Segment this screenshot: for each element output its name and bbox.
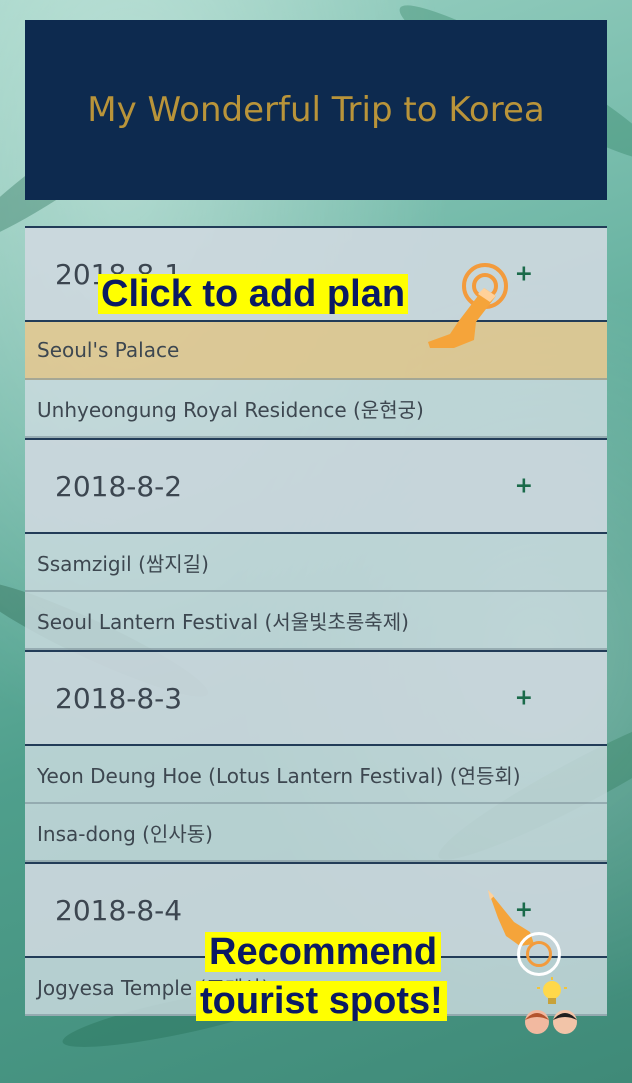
list-item[interactable]: Seoul Lantern Festival (서울빛초롱축제) [25, 592, 607, 650]
day-date: 2018-8-4 [55, 893, 183, 927]
day-header[interactable]: 2018-8-2 + [25, 438, 607, 534]
recommend-callout-line2: tourist spots! [196, 981, 447, 1021]
list-item[interactable]: Seoul's Palace [25, 322, 607, 380]
plan-label: Seoul's Palace [37, 338, 180, 362]
add-plan-button[interactable]: + [515, 474, 533, 499]
plan-label: Seoul Lantern Festival (서울빛초롱축제) [37, 609, 409, 634]
plan-label: Insa-dong (인사동) [37, 821, 213, 846]
add-plan-button[interactable]: + [515, 262, 533, 287]
list-item[interactable]: Unhyeongung Royal Residence (운현궁) [25, 380, 607, 438]
plan-label: Ssamzigil (쌈지길) [37, 551, 209, 576]
recommend-callout-line1: Recommend [205, 932, 442, 972]
tap-ring-icon [526, 941, 552, 967]
app-header: My Wonderful Trip to Korea [25, 20, 607, 200]
people-icon [525, 1010, 577, 1034]
add-plan-callout: Click to add plan [98, 274, 409, 314]
day-header[interactable]: 2018-8-3 + [25, 650, 607, 746]
lightbulb-icon [537, 977, 567, 1004]
day-date: 2018-8-3 [55, 681, 183, 715]
tap-hand-icon [428, 288, 496, 348]
plan-label: Yeon Deung Hoe (Lotus Lantern Festival) … [37, 763, 521, 788]
add-plan-button[interactable]: + [515, 686, 533, 711]
list-item[interactable]: Ssamzigil (쌈지길) [25, 534, 607, 592]
page-title: My Wonderful Trip to Korea [87, 90, 545, 130]
day-date: 2018-8-2 [55, 469, 183, 503]
plan-label: Unhyeongung Royal Residence (운현궁) [37, 397, 424, 422]
list-item[interactable]: Yeon Deung Hoe (Lotus Lantern Festival) … [25, 746, 607, 804]
list-item[interactable]: Insa-dong (인사동) [25, 804, 607, 862]
